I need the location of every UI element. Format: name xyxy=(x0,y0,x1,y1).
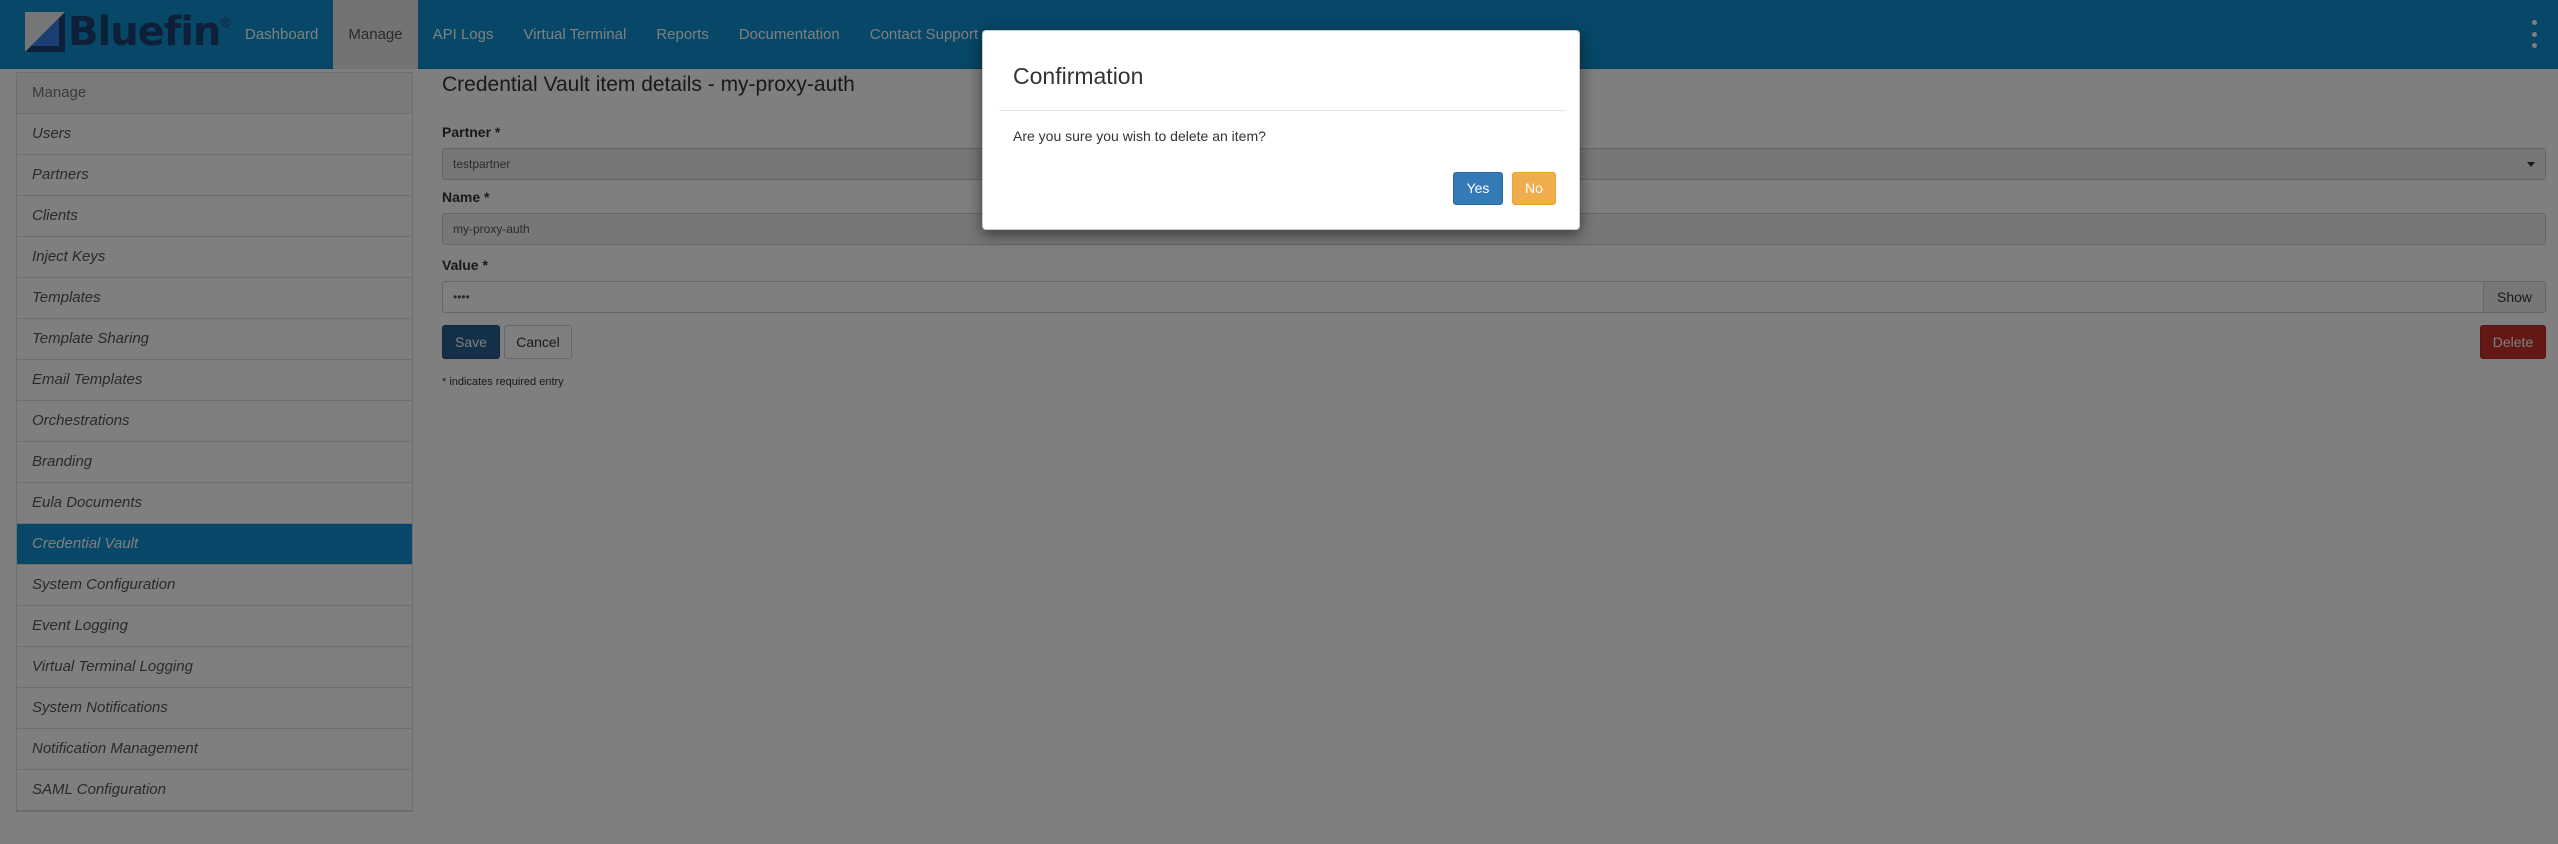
yes-button[interactable]: Yes xyxy=(1453,172,1503,205)
no-button[interactable]: No xyxy=(1512,172,1556,205)
modal-divider xyxy=(999,110,1565,111)
modal-message: Are you sure you wish to delete an item? xyxy=(1013,128,1266,144)
modal-title: Confirmation xyxy=(1013,63,1144,89)
confirmation-modal: Confirmation Are you sure you wish to de… xyxy=(982,30,1580,230)
